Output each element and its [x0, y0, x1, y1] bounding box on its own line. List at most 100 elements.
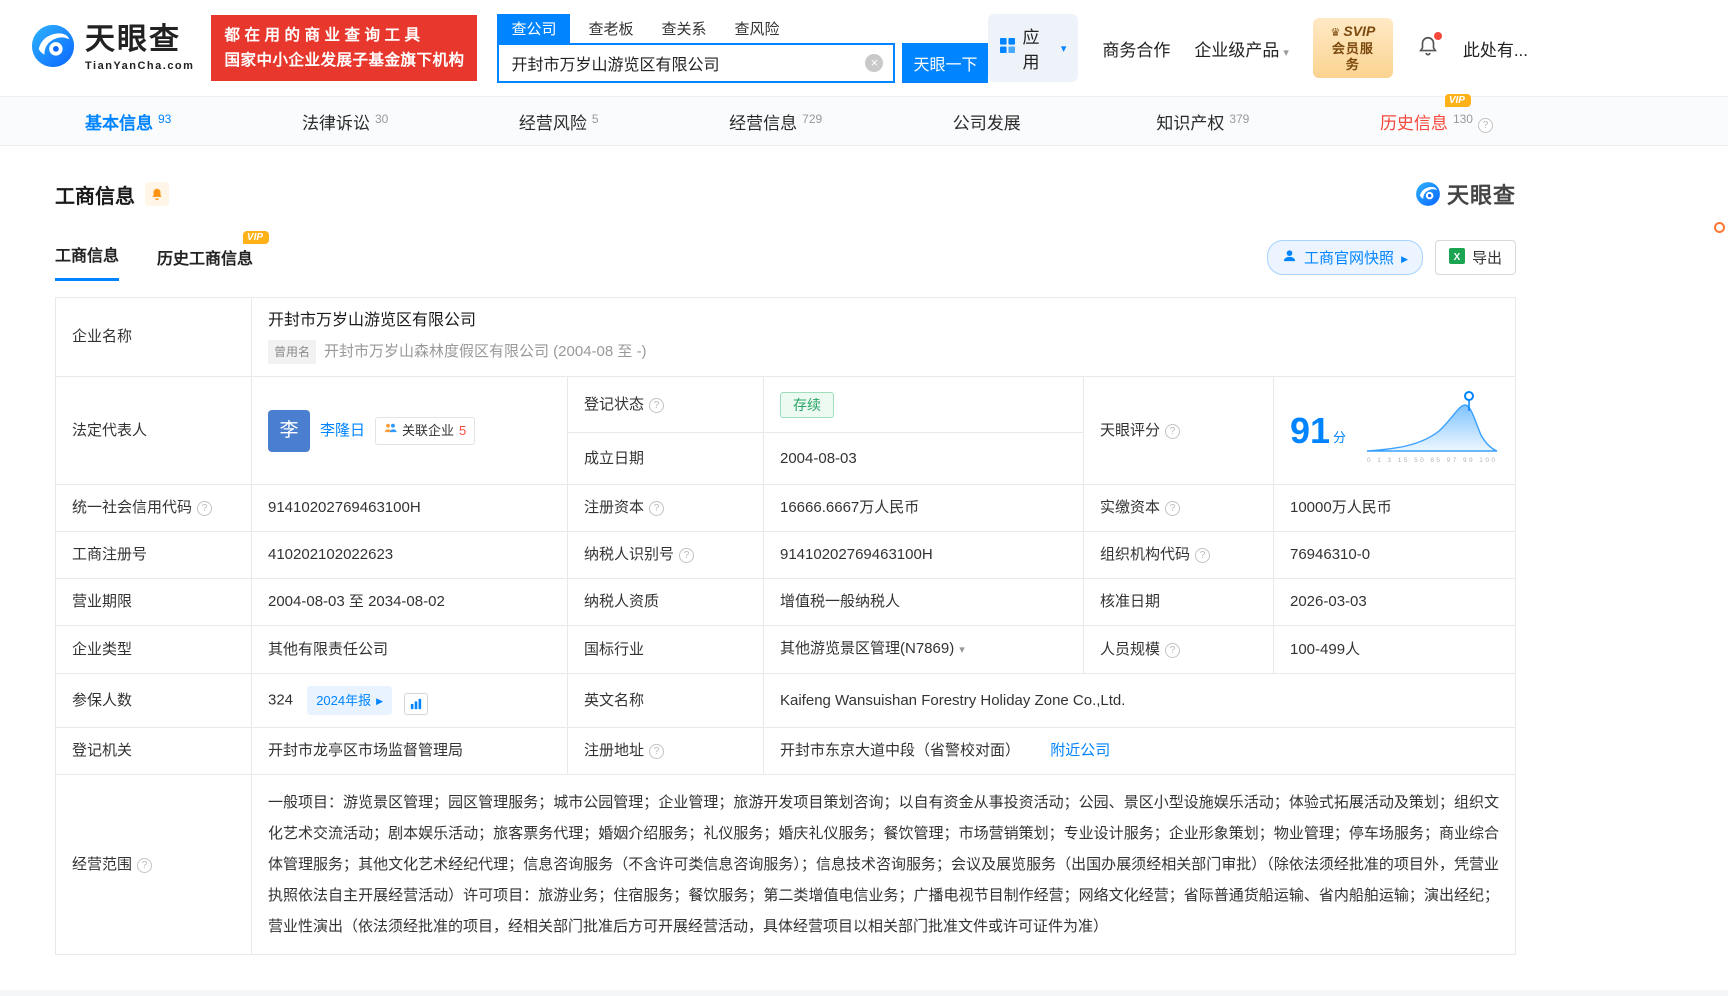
tab-intellectual-property[interactable]: 知识产权379 — [1156, 109, 1249, 134]
help-icon[interactable] — [1165, 424, 1180, 439]
tianyancha-logo-icon — [1415, 181, 1441, 207]
section-title: 工商信息 — [55, 180, 135, 209]
tab-legal-proceedings[interactable]: 法律诉讼30 — [302, 109, 388, 134]
apps-grid-icon — [1000, 38, 1015, 58]
authority-label: 登记机关 — [56, 728, 252, 775]
paid-capital-value: 10000万人民币 — [1274, 485, 1516, 532]
org-code-label: 组织机构代码 — [1084, 532, 1274, 579]
tab-operating-risk[interactable]: 经营风险5 — [519, 109, 599, 134]
help-icon[interactable] — [1165, 501, 1180, 516]
svip-sub-label: 会员服务 — [1326, 41, 1380, 74]
row-business-scope: 经营范围 一般项目：游览景区管理；园区管理服务；城市公园管理；企业管理；旅游开发… — [56, 775, 1516, 955]
search-button[interactable]: 天眼一下 — [902, 43, 988, 83]
subscribe-bell-button[interactable] — [145, 182, 169, 206]
scope-label: 经营范围 — [56, 775, 252, 955]
annual-report-tag[interactable]: 2024年报 — [307, 686, 392, 715]
search-tab-relation[interactable]: 查关系 — [661, 14, 706, 43]
search-tab-company[interactable]: 查公司 — [497, 14, 570, 43]
credit-code-value: 91410202769463100H — [252, 485, 568, 532]
address-cell: 开封市东京大道中段（省警校对面） 附近公司 — [764, 728, 1516, 775]
subtab-history-business-info[interactable]: VIP 历史工商信息 — [157, 245, 253, 281]
legal-rep-avatar[interactable]: 李 — [268, 410, 310, 452]
official-snapshot-button[interactable]: 工商官网快照 — [1267, 240, 1423, 275]
reg-capital-label: 注册资本 — [568, 485, 764, 532]
company-name-label: 企业名称 — [56, 298, 252, 377]
company-name-value: 开封市万岁山游览区有限公司 — [268, 310, 1499, 332]
term-value: 2004-08-03 至 2034-08-02 — [252, 579, 568, 626]
apps-dropdown[interactable]: 应用 — [988, 14, 1078, 82]
next-section-edge — [0, 990, 1728, 996]
help-icon[interactable] — [137, 858, 152, 873]
status-badge: 存续 — [780, 392, 834, 418]
bar-chart-icon — [410, 698, 422, 710]
address-value: 开封市东京大道中段（省警校对面） — [780, 742, 1020, 759]
score-widget[interactable]: 91 分 0 1 3 15 50 85 97 99 100 — [1290, 389, 1499, 472]
svg-text:0 1 3 15 50 85 97 99 100: 0 1 3 15 50 85 97 99 100 — [1367, 457, 1495, 464]
apps-label: 应用 — [1022, 23, 1053, 73]
arrow-right-icon — [1401, 249, 1408, 266]
row-authority-address: 登记机关 开封市龙亭区市场监督管理局 注册地址 开封市东京大道中段（省警校对面）… — [56, 728, 1516, 775]
row-term-quality: 营业期限 2004-08-03 至 2034-08-02 纳税人资质 增值税一般… — [56, 579, 1516, 626]
row-insured-english: 参保人数 324 2024年报 英文名称 Kaifeng Wansuishan … — [56, 674, 1516, 728]
subtab-business-info[interactable]: 工商信息 — [55, 242, 119, 281]
help-icon[interactable] — [649, 744, 664, 759]
export-button[interactable]: X 导出 — [1435, 240, 1516, 275]
score-unit: 分 — [1333, 427, 1346, 449]
company-nav-tabs: 基本信息93 法律诉讼30 经营风险5 经营信息729 公司发展 知识产权379… — [0, 96, 1728, 146]
insured-value: 324 — [268, 692, 293, 709]
chevron-down-icon[interactable] — [959, 644, 965, 656]
term-label: 营业期限 — [56, 579, 252, 626]
bell-icon — [150, 187, 164, 201]
tianyancha-logo[interactable]: 天眼查 TianYanCha.com — [30, 23, 194, 74]
insured-trend-button[interactable] — [404, 693, 428, 715]
help-icon[interactable] — [1478, 118, 1493, 133]
user-menu[interactable]: 此处有... — [1463, 36, 1528, 61]
score-distribution-chart: 0 1 3 15 50 85 97 99 100 — [1365, 389, 1499, 472]
enterprise-products-dropdown[interactable]: 企业级产品 — [1194, 36, 1289, 61]
staff-value: 100-499人 — [1274, 626, 1516, 674]
tab-company-development[interactable]: 公司发展 — [953, 109, 1026, 134]
legal-rep-link[interactable]: 李隆日 — [320, 420, 365, 442]
reg-capital-value: 16666.6667万人民币 — [764, 485, 1084, 532]
search-area: 查公司 查老板 查关系 查风险 天眼一下 — [497, 14, 988, 83]
help-icon[interactable] — [649, 398, 664, 413]
clear-search-icon[interactable] — [865, 54, 883, 72]
floating-widget-dot[interactable] — [1714, 222, 1725, 233]
related-companies-badge[interactable]: 关联企业 5 — [375, 417, 475, 445]
company-type-label: 企业类型 — [56, 626, 252, 674]
tab-basic-info[interactable]: 基本信息93 — [85, 109, 171, 134]
score-label: 天眼评分 — [1084, 377, 1274, 485]
notifications-bell[interactable] — [1417, 35, 1439, 62]
tax-quality-value: 增值税一般纳税人 — [764, 579, 1084, 626]
insured-label: 参保人数 — [56, 674, 252, 728]
business-cooperation-link[interactable]: 商务合作 — [1102, 36, 1170, 61]
help-icon[interactable] — [1195, 548, 1210, 563]
company-type-value: 其他有限责任公司 — [252, 626, 568, 674]
tax-id-label: 纳税人识别号 — [568, 532, 764, 579]
search-input[interactable] — [497, 43, 895, 83]
tab-history-info[interactable]: VIP 历史信息130 — [1380, 109, 1493, 134]
help-icon[interactable] — [649, 501, 664, 516]
search-tab-risk[interactable]: 查风险 — [735, 14, 780, 43]
tianyancha-logo-icon — [30, 23, 76, 74]
vip-badge: VIP — [1445, 94, 1471, 107]
legal-rep-label: 法定代表人 — [56, 377, 252, 485]
reg-no-value: 410202102022623 — [252, 532, 568, 579]
tab-operating-info[interactable]: 经营信息729 — [729, 109, 822, 134]
industry-value: 其他游览景区管理(N7869) — [764, 626, 1084, 674]
svip-member-button[interactable]: SVIP 会员服务 — [1313, 18, 1393, 78]
english-name-label: 英文名称 — [568, 674, 764, 728]
vip-badge: VIP — [243, 231, 269, 244]
help-icon[interactable] — [197, 501, 212, 516]
nearby-companies-link[interactable]: 附近公司 — [1050, 742, 1110, 759]
excel-icon: X — [1449, 248, 1465, 268]
reg-no-label: 工商注册号 — [56, 532, 252, 579]
notification-dot — [1434, 32, 1442, 40]
banner-line2: 国家中小企业发展子基金旗下机构 — [224, 48, 464, 73]
search-tab-boss[interactable]: 查老板 — [588, 14, 633, 43]
scope-value: 一般项目：游览景区管理；园区管理服务；城市公园管理；企业管理；旅游开发项目策划咨… — [268, 787, 1499, 942]
tax-quality-label: 纳税人资质 — [568, 579, 764, 626]
help-icon[interactable] — [1165, 643, 1180, 658]
arrow-right-icon — [376, 689, 383, 712]
help-icon[interactable] — [679, 548, 694, 563]
